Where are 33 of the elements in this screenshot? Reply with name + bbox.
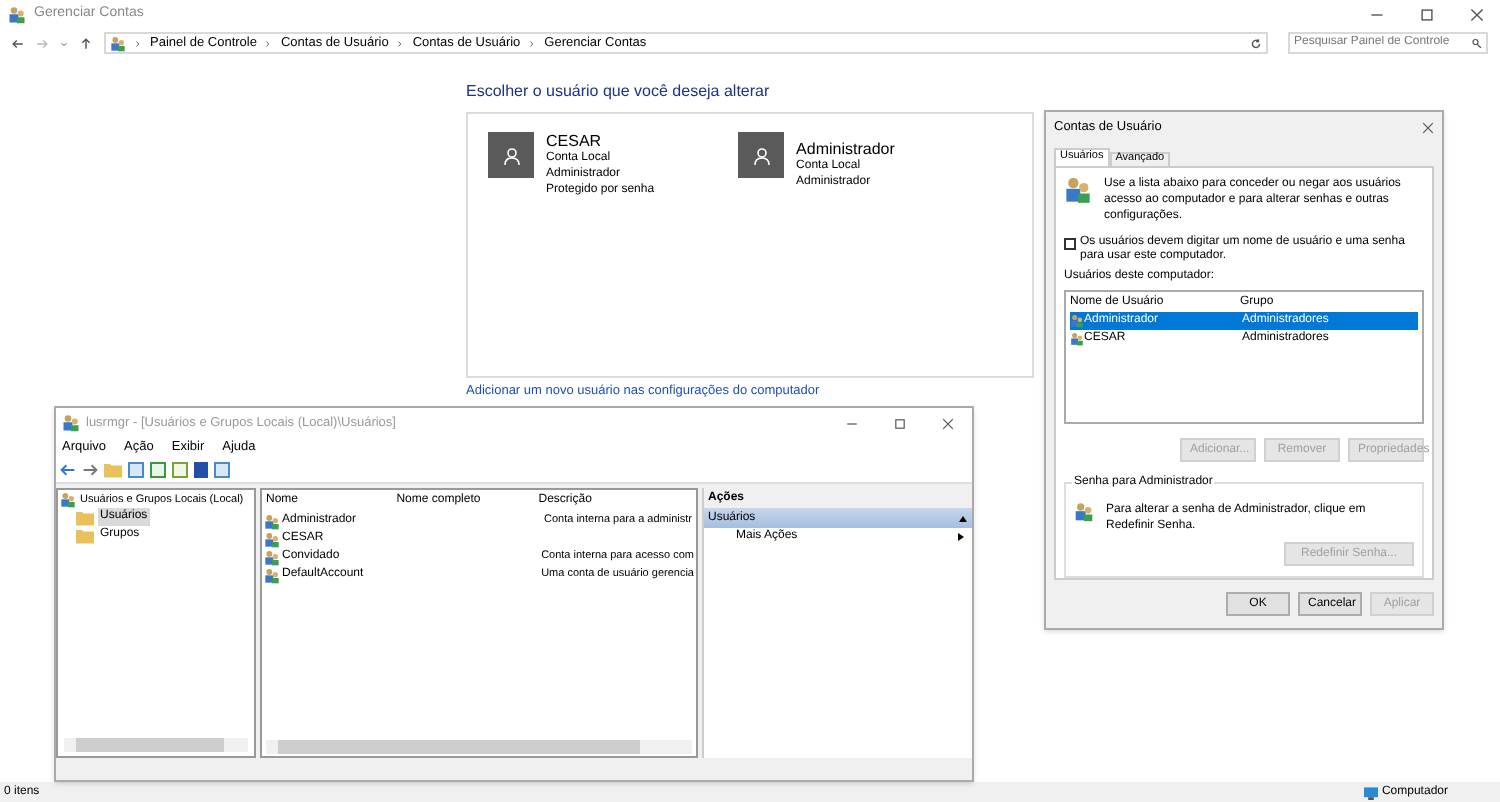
collapse-triangle-icon[interactable] <box>958 513 968 523</box>
avatar-icon <box>488 132 534 178</box>
section-heading: Escolher o usuário que você deseja alterar <box>466 80 772 104</box>
folder-icon <box>104 462 122 478</box>
scrollbar[interactable] <box>64 738 248 752</box>
users-icon <box>60 492 76 509</box>
user-name: Administrador <box>796 140 895 158</box>
search-icon <box>1472 38 1482 48</box>
forward-arrow-icon[interactable] <box>82 462 98 478</box>
close-icon[interactable] <box>1470 8 1484 22</box>
submenu-triangle-icon <box>956 532 966 542</box>
users-icon <box>110 35 126 51</box>
checkbox[interactable] <box>1064 238 1076 250</box>
computer-icon <box>1363 785 1378 799</box>
user-icon <box>1070 332 1084 346</box>
users-icon <box>1064 176 1092 204</box>
chevron-down-icon[interactable] <box>60 39 68 47</box>
close-icon[interactable] <box>942 417 954 429</box>
minimize-icon[interactable] <box>846 417 858 429</box>
up-arrow-icon[interactable] <box>80 37 92 49</box>
back-arrow-icon[interactable] <box>60 462 76 478</box>
back-arrow-icon[interactable] <box>12 37 24 49</box>
users-icon <box>8 6 26 24</box>
user-icon <box>1074 502 1094 523</box>
user-name: CESAR <box>546 132 604 150</box>
scrollbar[interactable] <box>266 740 692 754</box>
users-icon <box>62 414 80 432</box>
user-icon <box>1070 314 1084 328</box>
restore-icon[interactable] <box>1420 8 1434 22</box>
close-icon[interactable] <box>1422 121 1434 133</box>
maximize-icon[interactable] <box>894 417 906 429</box>
avatar-icon <box>738 132 785 178</box>
minimize-icon[interactable] <box>1370 8 1384 22</box>
